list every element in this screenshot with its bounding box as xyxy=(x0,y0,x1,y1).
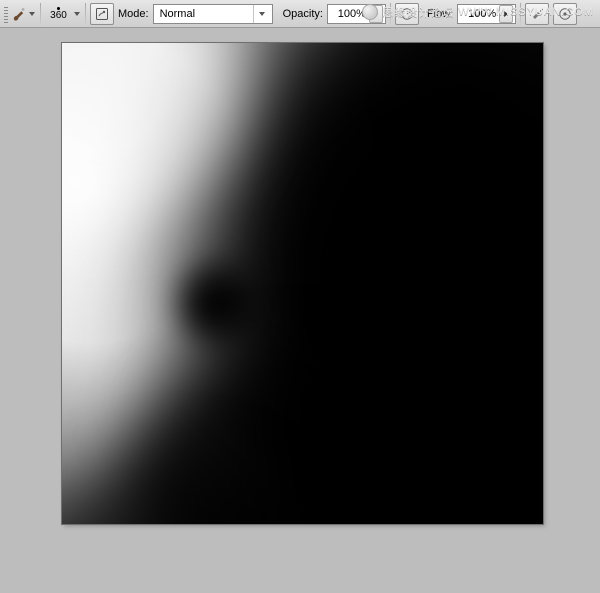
brush-size-preset[interactable]: 360 xyxy=(45,2,81,26)
airbrush-icon xyxy=(530,7,544,21)
blend-mode-value: Normal xyxy=(160,8,249,20)
blend-mode-select[interactable]: Normal xyxy=(153,4,273,24)
flow-label: Flow: xyxy=(427,8,453,20)
toolbar-grip[interactable] xyxy=(4,5,8,23)
chevron-down-icon xyxy=(259,12,265,16)
chevron-down-icon xyxy=(74,12,80,16)
pen-pressure-icon xyxy=(400,7,414,21)
flow-value: 100% xyxy=(464,8,496,20)
document-canvas[interactable] xyxy=(62,43,543,524)
brush-panel-toggle[interactable] xyxy=(90,3,114,25)
separator xyxy=(40,3,41,25)
brush-size-value: 360 xyxy=(50,11,67,21)
chevron-down-icon xyxy=(29,12,35,16)
opacity-flyout-button[interactable] xyxy=(369,5,383,23)
options-bar: 360 Mode: Normal Opacity: 100% Flow: 100… xyxy=(0,0,600,28)
separator xyxy=(85,3,86,25)
opacity-input[interactable]: 100% xyxy=(327,4,386,24)
flow-flyout-button[interactable] xyxy=(499,5,513,23)
brush-tool-preset[interactable] xyxy=(10,2,36,26)
opacity-label: Opacity: xyxy=(283,8,323,20)
pen-size-icon xyxy=(558,7,572,21)
opacity-value: 100% xyxy=(334,8,366,20)
tablet-pressure-opacity[interactable] xyxy=(395,3,419,25)
separator xyxy=(520,3,521,25)
flow-input[interactable]: 100% xyxy=(457,4,516,24)
airbrush-toggle[interactable] xyxy=(525,3,549,25)
separator xyxy=(390,3,391,25)
workspace xyxy=(0,29,600,593)
brush-card-icon xyxy=(95,7,109,21)
tablet-pressure-size[interactable] xyxy=(553,3,577,25)
mode-label: Mode: xyxy=(118,8,149,20)
canvas-artwork xyxy=(62,43,543,524)
